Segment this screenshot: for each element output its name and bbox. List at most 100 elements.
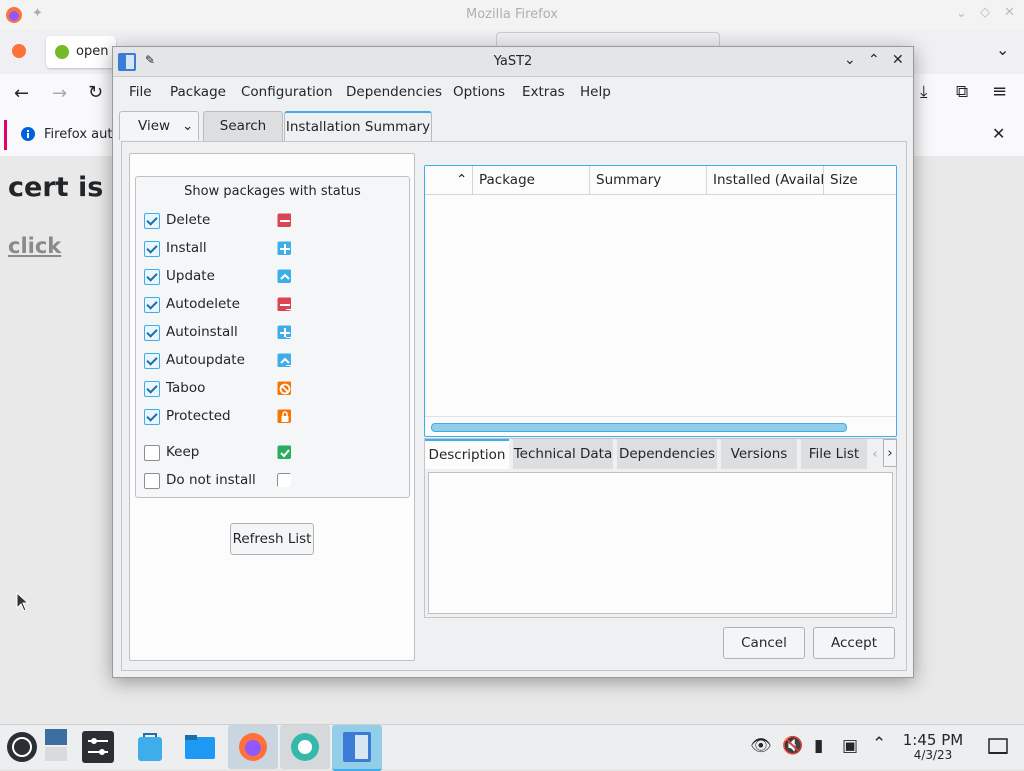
minimize-icon[interactable]: ⌄: [844, 52, 856, 68]
taskbar-yast2-item[interactable]: [332, 725, 382, 771]
delete-status-icon: [277, 213, 291, 227]
reload-icon[interactable]: ↻: [88, 82, 103, 103]
show-hidden-icons-icon[interactable]: ⌃: [872, 734, 886, 754]
close-icon[interactable]: ✕: [1004, 5, 1015, 20]
discover-store-icon[interactable]: [132, 729, 168, 765]
opensuse-icon: [55, 45, 69, 59]
autoupdate-checkbox[interactable]: [144, 353, 160, 369]
battery-icon[interactable]: ▮: [814, 736, 823, 756]
tab-installation-summary[interactable]: Installation Summary: [284, 111, 432, 142]
application-launcher-icon[interactable]: [4, 729, 40, 765]
visibility-icon[interactable]: 👁: [750, 736, 772, 756]
protected-checkbox[interactable]: [144, 409, 160, 425]
list-tabs-icon[interactable]: ⌄: [996, 40, 1009, 59]
description-text-area[interactable]: [428, 472, 893, 614]
delete-checkbox[interactable]: [144, 213, 160, 229]
tab-search[interactable]: Search: [203, 111, 283, 141]
back-icon[interactable]: ←: [14, 83, 29, 104]
tab-dependencies[interactable]: Dependencies: [617, 439, 717, 469]
menu-dependencies[interactable]: Dependencies: [346, 84, 442, 100]
page-heading: cert is l: [8, 172, 122, 203]
network-icon[interactable]: ▣: [842, 736, 858, 756]
menu-options[interactable]: Options: [453, 84, 505, 100]
do-not-install-checkbox[interactable]: [144, 473, 160, 489]
file-manager-icon[interactable]: [182, 729, 218, 765]
extensions-icon[interactable]: ⧉: [956, 82, 968, 102]
column-installed[interactable]: Installed (Availab: [707, 166, 824, 194]
notice-accent: [4, 120, 7, 150]
tab-versions[interactable]: Versions: [721, 439, 797, 469]
sort-ascending-icon: ⌃: [456, 172, 468, 188]
downloads-icon[interactable]: ⤓: [920, 82, 928, 102]
tab-file-list[interactable]: File List: [801, 439, 867, 469]
menu-package[interactable]: Package: [170, 84, 226, 100]
firefox-icon: [239, 733, 267, 761]
maximize-icon[interactable]: ◇: [980, 5, 990, 20]
page-link[interactable]: click: [8, 234, 61, 258]
delete-label: Delete: [166, 212, 211, 228]
menu-icon[interactable]: ≡: [992, 81, 1007, 102]
column-package[interactable]: Package: [473, 166, 590, 194]
menu-configuration[interactable]: Configuration: [241, 84, 333, 100]
menu-file[interactable]: File: [129, 84, 152, 100]
taskbar: 👁 🔇 ▮ ▣ ⌃ 1:45 PM 4/3/23: [0, 724, 1024, 771]
refresh-list-button[interactable]: Refresh List: [230, 523, 314, 555]
system-settings-icon[interactable]: [80, 729, 116, 765]
volume-muted-icon[interactable]: 🔇: [782, 736, 803, 756]
empty-box-icon: [277, 473, 291, 487]
taskbar-firefox-item[interactable]: [228, 725, 278, 769]
yast-menubar: File Package Configuration Dependencies …: [113, 77, 913, 107]
autoinstall-checkbox[interactable]: [144, 325, 160, 341]
autodelete-status-icon: [277, 297, 291, 311]
install-label: Install: [166, 240, 207, 256]
tab-outline: [496, 32, 720, 47]
clock-time[interactable]: 1:45 PM: [896, 731, 970, 749]
update-label: Update: [166, 268, 215, 284]
status-filter-panel: Show packages with status Delete Install…: [129, 153, 415, 661]
keep-label: Keep: [166, 444, 200, 460]
info-icon: [21, 127, 35, 141]
cancel-button[interactable]: Cancel: [723, 627, 805, 659]
view-dropdown[interactable]: View ⌄: [119, 111, 199, 140]
desktop-pager-icon[interactable]: [44, 727, 80, 763]
minimize-icon[interactable]: ⌄: [956, 6, 967, 21]
tab-description[interactable]: Description: [425, 439, 509, 469]
scroll-tabs-right-icon[interactable]: ›: [883, 439, 897, 467]
notice-close-icon[interactable]: ✕: [992, 124, 1005, 143]
update-checkbox[interactable]: [144, 269, 160, 285]
status-group-title: Show packages with status: [184, 184, 361, 199]
forward-icon[interactable]: →: [52, 83, 67, 104]
show-desktop-icon[interactable]: [988, 738, 1008, 756]
yast-window: ✎ YaST2 ⌄ ⌃ ✕ File Package Configuration…: [112, 46, 914, 678]
tab-technical-data[interactable]: Technical Data: [513, 439, 613, 469]
autoupdate-status-icon: [277, 353, 291, 367]
menu-extras[interactable]: Extras: [522, 84, 565, 100]
scroll-tabs-left-icon[interactable]: ‹: [869, 439, 881, 469]
autodelete-checkbox[interactable]: [144, 297, 160, 313]
keep-checkbox[interactable]: [144, 445, 160, 461]
autoupdate-label: Autoupdate: [166, 352, 245, 368]
details-tabbar: Description Technical Data Dependencies …: [425, 439, 897, 469]
yast-titlebar: ✎ YaST2 ⌄ ⌃ ✕: [113, 47, 913, 77]
mouse-cursor-icon: [16, 592, 30, 612]
accept-button[interactable]: Accept: [813, 627, 895, 659]
browser-tab[interactable]: open: [46, 36, 116, 68]
browser-window-title: Mozilla Firefox: [466, 7, 558, 22]
column-summary[interactable]: Summary: [590, 166, 707, 194]
sort-column[interactable]: ⌃: [425, 166, 473, 194]
opensuse-installer-icon: [291, 733, 319, 761]
column-size[interactable]: Size: [824, 166, 896, 194]
autoinstall-label: Autoinstall: [166, 324, 238, 340]
horizontal-scrollbar[interactable]: [425, 416, 896, 437]
install-checkbox[interactable]: [144, 241, 160, 257]
firefox-view-icon[interactable]: [10, 42, 28, 60]
maximize-icon[interactable]: ⌃: [868, 52, 880, 68]
menu-help[interactable]: Help: [580, 84, 611, 100]
close-icon[interactable]: ✕: [892, 52, 904, 68]
taskbar-yast-installer-item[interactable]: [280, 725, 330, 769]
details-panel: Description Technical Data Dependencies …: [424, 438, 897, 618]
taboo-checkbox[interactable]: [144, 381, 160, 397]
status-groupbox: Show packages with status Delete Install…: [135, 176, 410, 498]
scrollbar-handle[interactable]: [431, 423, 847, 432]
clock-date[interactable]: 4/3/23: [896, 748, 970, 762]
